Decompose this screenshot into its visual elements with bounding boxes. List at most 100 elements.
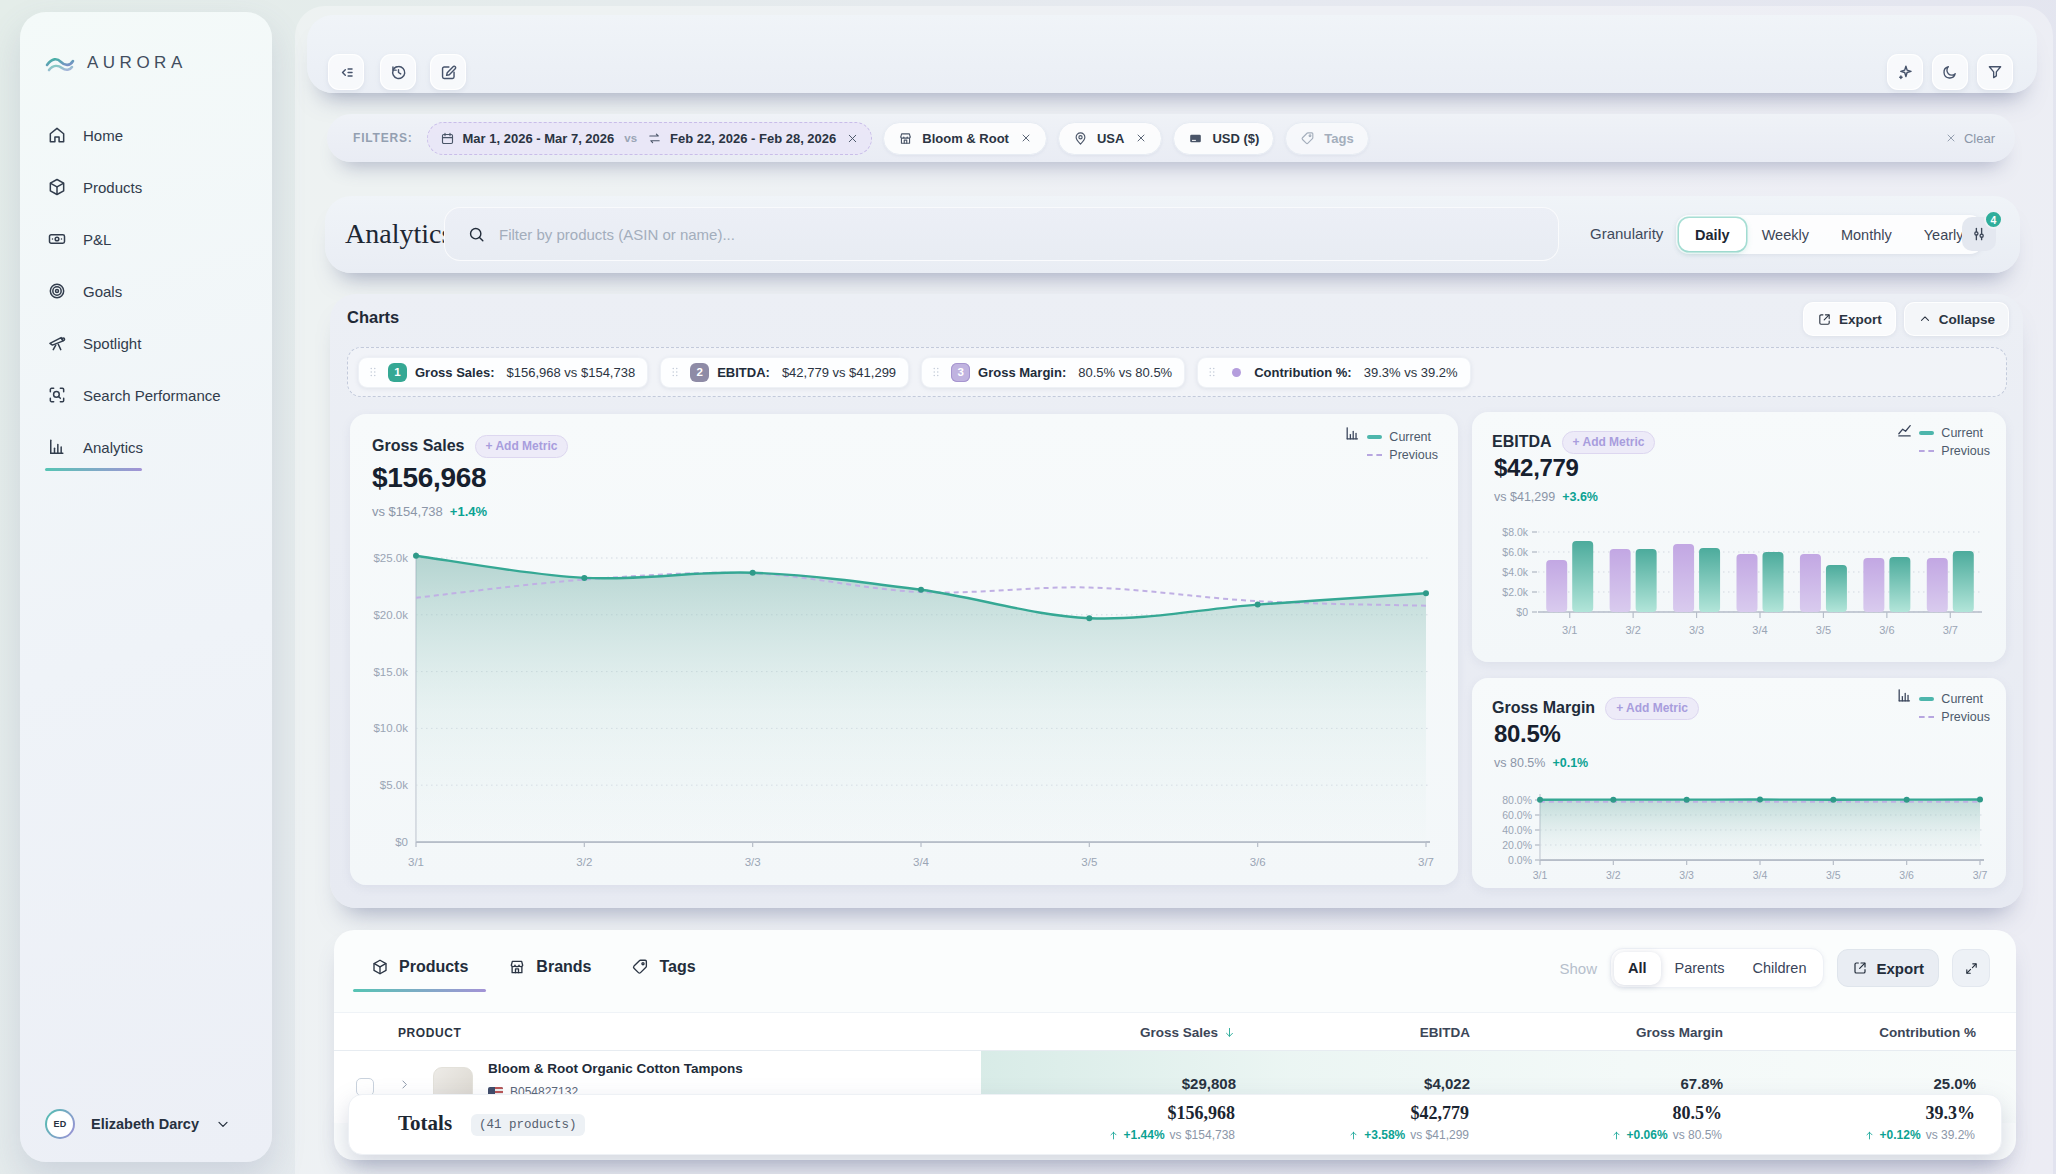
column-product[interactable]: PRODUCT [398, 1026, 462, 1040]
svg-text:60.0%: 60.0% [1502, 809, 1532, 821]
products-table-section: ProductsBrandsTags Show AllParentsChildr… [334, 930, 2016, 1160]
page-title: Analytics [345, 218, 452, 250]
column-contribution[interactable]: Contribution % [1879, 1025, 1976, 1040]
pin-icon [1073, 131, 1088, 146]
svg-text:3/2: 3/2 [1625, 624, 1640, 636]
tab-products[interactable]: Products [353, 950, 486, 992]
expand-table-button[interactable] [1952, 949, 1990, 987]
filter-chip-bloom-root[interactable]: Bloom & Root [883, 122, 1047, 155]
ebitda-chart: $0$2.0k$4.0k$6.0k$8.0k3/13/23/33/43/53/6… [1490, 516, 1990, 654]
filter-chip-usa[interactable]: USA [1058, 122, 1162, 155]
close-icon[interactable] [1135, 132, 1147, 144]
svg-text:$25.0k: $25.0k [373, 552, 408, 564]
svg-text:3/6: 3/6 [1879, 624, 1894, 636]
store-icon [508, 958, 526, 976]
tag-icon [631, 958, 649, 976]
chart-column-icon [47, 437, 67, 457]
home-icon [47, 125, 67, 145]
column-gross-margin[interactable]: Gross Margin [1636, 1025, 1723, 1040]
drag-handle-icon[interactable] [929, 365, 943, 379]
drag-handle-icon[interactable] [668, 365, 682, 379]
chart-settings-button[interactable]: 4 [1962, 217, 1996, 251]
logo: AURORA [45, 52, 187, 74]
arrow-up-icon [1108, 1130, 1119, 1141]
svg-text:3/7: 3/7 [1418, 856, 1434, 868]
svg-text:0.0%: 0.0% [1508, 854, 1532, 866]
charts-export-button[interactable]: Export [1803, 302, 1896, 336]
user-menu[interactable]: ED Elizabeth Darcy [45, 1109, 247, 1139]
charts-collapse-button[interactable]: Collapse [1904, 302, 2009, 336]
svg-text:80.0%: 80.0% [1502, 794, 1532, 806]
svg-text:$0: $0 [395, 836, 408, 848]
close-icon[interactable] [846, 132, 859, 145]
add-metric-button[interactable]: + Add Metric [1605, 697, 1699, 720]
search-input[interactable]: Filter by products (ASIN or name)... [444, 207, 1559, 261]
dark-mode-button[interactable] [1932, 54, 1968, 90]
filter-chip-usd-[interactable]: USD ($) [1173, 122, 1274, 155]
metric-chip-gross-margin-[interactable]: 3Gross Margin:80.5% vs 80.5% [921, 357, 1185, 388]
tab-tags[interactable]: Tags [613, 950, 713, 992]
show-label: Show [1559, 960, 1597, 977]
svg-text:$6.0k: $6.0k [1502, 546, 1528, 558]
totals-cell: 80.5%+0.06%vs 80.5% [1611, 1095, 1722, 1142]
cell-gross-margin: 67.8% [1680, 1075, 1723, 1092]
product-name: Bloom & Root Organic Cotton Tampons [488, 1061, 743, 1076]
search-scan-icon [47, 385, 67, 405]
filter-button[interactable] [1977, 54, 2013, 90]
drag-handle-icon[interactable] [366, 365, 380, 379]
column-ebitda[interactable]: EBITDA [1420, 1025, 1470, 1040]
add-metric-button[interactable]: + Add Metric [475, 435, 569, 458]
metric-chip-ebitda-[interactable]: 2EBITDA:$42,779 vs $41,299 [660, 357, 909, 388]
clear-filters-button[interactable]: Clear [1945, 131, 1995, 146]
collapse-panel-button[interactable] [328, 54, 364, 90]
sidebar-item-p-l[interactable]: P&L [20, 213, 272, 265]
sidebar-item-analytics[interactable]: Analytics [20, 421, 272, 473]
sidebar-item-products[interactable]: Products [20, 161, 272, 213]
show-parents[interactable]: Parents [1661, 952, 1739, 985]
metric-dot [1232, 368, 1241, 377]
row-expand-icon[interactable] [398, 1078, 411, 1091]
table-header: PRODUCT Gross Sales EBITDA Gross Margin … [334, 1012, 2016, 1051]
sidebar-item-search-performance[interactable]: Search Performance [20, 369, 272, 421]
close-icon[interactable] [1020, 132, 1032, 144]
box-icon [371, 958, 389, 976]
date-range-filter[interactable]: Mar 1, 2026 - Mar 7, 2026 vs Feb 22, 202… [427, 122, 873, 155]
granularity-label: Granularity [1590, 225, 1663, 242]
metric-chip-contribution-[interactable]: Contribution %:39.3% vs 39.2% [1197, 357, 1470, 388]
svg-text:3/6: 3/6 [1899, 869, 1914, 881]
svg-text:$20.0k: $20.0k [373, 609, 408, 621]
compose-button[interactable] [430, 54, 466, 90]
svg-text:40.0%: 40.0% [1502, 824, 1532, 836]
arrow-up-icon [1611, 1130, 1622, 1141]
ai-sparkles-button[interactable] [1887, 54, 1923, 90]
table-export-button[interactable]: Export [1837, 949, 1939, 987]
granularity-weekly[interactable]: Weekly [1746, 218, 1825, 251]
legend: Current Previous [1367, 430, 1438, 462]
gross-margin-chart: 0.0%20.0%40.0%60.0%80.0%3/13/23/33/43/53… [1490, 774, 1990, 886]
sidebar-item-spotlight[interactable]: Spotlight [20, 317, 272, 369]
store-icon [898, 131, 913, 146]
tab-brands[interactable]: Brands [490, 950, 609, 992]
granularity-monthly[interactable]: Monthly [1825, 218, 1908, 251]
show-children[interactable]: Children [1738, 952, 1820, 985]
granularity-daily[interactable]: Daily [1679, 218, 1746, 251]
sidebar-item-goals[interactable]: Goals [20, 265, 272, 317]
filter-chip-tags[interactable]: Tags [1285, 122, 1368, 155]
metric-chip-gross-sales-[interactable]: 1Gross Sales:$156,968 vs $154,738 [358, 357, 648, 388]
add-metric-button[interactable]: + Add Metric [1562, 431, 1656, 454]
gross-margin-chart-card: Gross Margin + Add Metric Current Previo… [1472, 678, 2006, 888]
column-gross-sales[interactable]: Gross Sales [1140, 1025, 1236, 1040]
metric-order-badge: 3 [951, 363, 970, 382]
chart-title: EBITDA [1492, 433, 1552, 451]
legend: Current Previous [1919, 426, 1990, 458]
search-icon [467, 225, 486, 244]
show-all[interactable]: All [1614, 952, 1661, 985]
history-button[interactable] [380, 54, 416, 90]
drag-handle-icon[interactable] [1205, 365, 1219, 379]
totals-bar: Totals (41 products) $156,968+1.44%vs $1… [348, 1094, 2002, 1155]
svg-text:3/2: 3/2 [1606, 869, 1621, 881]
chevron-down-icon [215, 1116, 231, 1132]
metric-value: 80.5% [1494, 720, 1561, 748]
sidebar-item-home[interactable]: Home [20, 109, 272, 161]
metric-order-badge: 1 [388, 363, 407, 382]
